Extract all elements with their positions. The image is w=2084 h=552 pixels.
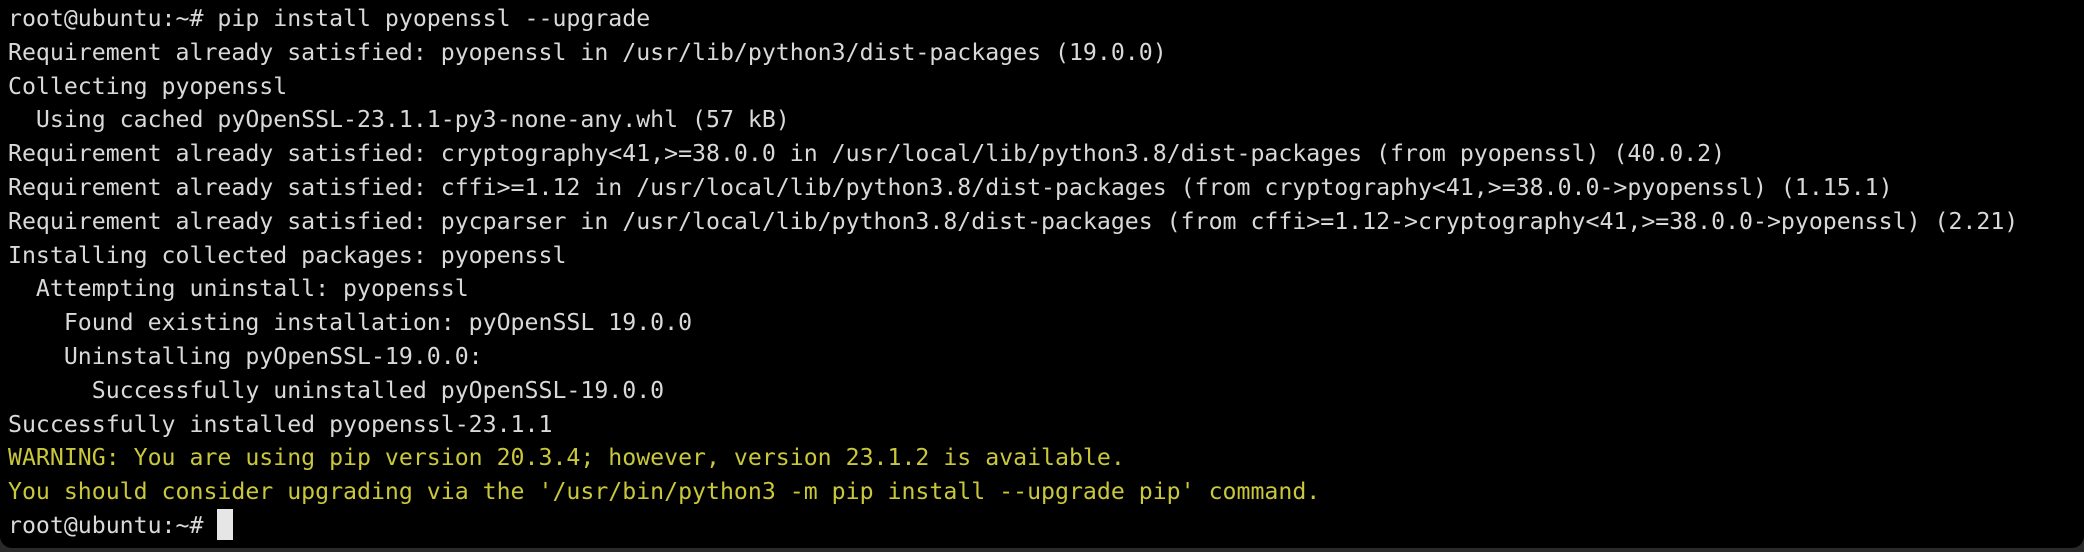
terminal-output: root@ubuntu:~# pip install pyopenssl --u… xyxy=(8,2,2018,543)
output-line: Using cached pyOpenSSL-23.1.1-py3-none-a… xyxy=(8,106,790,134)
output-line: Requirement already satisfied: cffi>=1.1… xyxy=(8,173,1893,201)
output-line: Found existing installation: pyOpenSSL 1… xyxy=(8,309,693,337)
prompt-line[interactable]: root@ubuntu:~# xyxy=(8,508,2018,543)
output-line: Attempting uninstall: pyopenssl xyxy=(8,275,469,303)
output-line: Requirement already satisfied: pycparser… xyxy=(8,207,2019,235)
cursor xyxy=(217,508,234,540)
command-line: root@ubuntu:~# pip install pyopenssl --u… xyxy=(8,5,651,32)
output-line: Requirement already satisfied: pyopenssl… xyxy=(8,38,1167,66)
warning-line: You should consider upgrading via the '/… xyxy=(8,478,1321,506)
prompt: root@ubuntu:~# xyxy=(8,511,204,539)
warning-line: WARNING: You are using pip version 20.3.… xyxy=(8,444,1125,472)
output-line: Requirement already satisfied: cryptogra… xyxy=(8,140,1726,168)
output-line: Successfully installed pyopenssl-23.1.1 xyxy=(8,410,553,438)
output-line: Successfully uninstalled pyOpenSSL-19.0.… xyxy=(8,376,665,404)
terminal-window[interactable]: root@ubuntu:~# pip install pyopenssl --u… xyxy=(0,0,2084,548)
output-line: Uninstalling pyOpenSSL-19.0.0: xyxy=(8,342,483,370)
output-line: Installing collected packages: pyopenssl xyxy=(8,241,567,269)
output-line: Collecting pyopenssl xyxy=(8,72,288,100)
